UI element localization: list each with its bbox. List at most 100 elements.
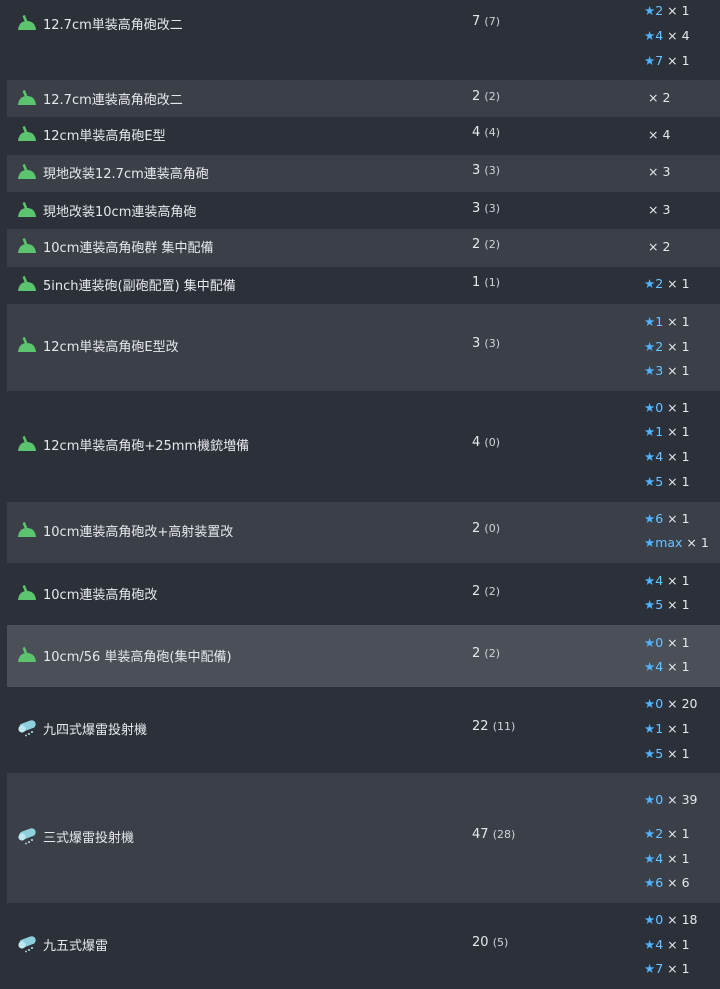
star-quantity: 2 [662,90,671,105]
star-level: 7 [655,961,664,976]
star-level-entry: ★max × 1 [644,535,709,550]
equipment-row[interactable]: 10cm/56 単装高角砲(集中配備) 2 (2) ★0 × 1 ★4 × 1 [7,625,720,687]
star-quantity: 1 [681,961,690,976]
star-icon: ★ [644,597,656,612]
star-level: 6 [655,511,664,526]
star-level: 1 [655,424,664,439]
gun-icon [16,14,38,32]
star-icon: ★ [644,511,656,526]
gun-icon [16,275,38,293]
equipment-count: 4 (0) [472,435,500,450]
unlocked-count: (1) [484,276,501,289]
star-level-entry: ★6 × 1 [644,511,690,526]
star-level-entry: ★5 × 1 [644,746,690,761]
star-quantity: 1 [681,937,690,952]
star-level-entry: ★3 × 1 [644,363,690,378]
star-level: 0 [655,696,664,711]
star-level-entry: ★4 × 1 [644,449,690,464]
star-icon: ★ [644,339,656,354]
star-quantity: 3 [662,164,671,179]
star-icon: ★ [644,28,656,43]
equipment-row[interactable]: 現地改装10cm連装高角砲 3 (3) × 3 [7,192,720,229]
multiply-sign: × [663,511,682,526]
star-level-entry: ★4 × 1 [644,659,690,674]
star-level-entry: ★5 × 1 [644,597,690,612]
star-icon: ★ [644,961,656,976]
multiply-sign: × [663,363,682,378]
gun-icon [16,584,38,602]
star-quantity: 3 [662,202,671,217]
equipment-row[interactable]: 九四式爆雷投射機 22 (11) ★0 × 20 ★1 × 1 ★5 × 1 [7,687,720,773]
star-icon: ★ [644,573,656,588]
multiply-sign: × [663,635,682,650]
unlocked-count: (3) [484,337,501,350]
star-quantity: 1 [681,53,690,68]
multiply-sign: × [663,276,682,291]
multiply-sign: × [663,792,682,807]
multiply-sign: × [648,90,663,105]
equipment-row[interactable]: 12cm単装高角砲+25mm機銃増備 4 (0) ★0 × 1 ★1 × 1 ★4 × … [7,391,720,502]
star-quantity: 39 [681,792,698,807]
equipment-row[interactable]: 10cm連装高角砲改 2 (2) ★4 × 1 ★5 × 1 [7,563,720,625]
unlocked-count: (5) [492,936,509,949]
equipment-count: 20 (5) [472,935,508,950]
equipment-name: 12cm単装高角砲E型改 [43,340,179,355]
total-count: 2 [472,584,481,599]
equipment-row[interactable]: 12.7cm連装高角砲改二 2 (2) × 2 [7,80,720,117]
multiply-sign: × [648,164,663,179]
equipment-count: 2 (2) [472,89,500,104]
gun-icon [16,646,38,664]
star-icon: ★ [644,696,656,711]
depth-charge-projector-icon [16,719,38,737]
unlocked-count: (4) [484,126,501,139]
equipment-count: 3 (3) [472,201,500,216]
unlocked-count: (7) [484,15,501,28]
gun-icon [16,125,38,143]
multiply-sign: × [663,912,682,927]
equipment-name: 12.7cm単装高角砲改二 [43,18,183,33]
unlocked-count: (0) [484,436,501,449]
star-level: 2 [655,276,664,291]
equipment-row[interactable]: 現地改装12.7cm連装高角砲 3 (3) × 3 [7,155,720,192]
equipment-row[interactable]: 12cm単装高角砲E型改 3 (3) ★1 × 1 ★2 × 1 ★3 × 1 [7,304,720,391]
equipment-count: 7 (7) [472,14,500,29]
gun-icon [16,163,38,181]
gun-icon [16,521,38,539]
star-level: max [655,535,683,550]
multiply-sign: × [663,721,682,736]
star-icon: ★ [644,912,656,927]
equipment-row[interactable]: 10cm連装高角砲改+高射装置改 2 (0) ★6 × 1 ★max × 1 [7,502,720,563]
equipment-row[interactable]: 12.7cm単装高角砲改二 7 (7) ★2 × 1 ★4 × 4 ★7 × 1 [7,0,720,80]
star-level-entry: ★6 × 6 [644,875,690,890]
star-level-entry: ★4 × 4 [644,28,690,43]
equipment-row[interactable]: 12cm単装高角砲E型 4 (4) × 4 [7,117,720,155]
star-quantity: 1 [681,449,690,464]
star-icon: ★ [644,424,656,439]
star-level-entry: ★4 × 1 [644,937,690,952]
star-level: 5 [655,597,664,612]
total-count: 3 [472,336,481,351]
star-level-entry: × 4 [648,127,670,142]
star-icon: ★ [644,659,656,674]
multiply-sign: × [648,202,663,217]
equipment-name: 10cm連装高角砲改+高射装置改 [43,525,234,540]
multiply-sign: × [663,339,682,354]
equipment-row[interactable]: 九五式爆雷 20 (5) ★0 × 18 ★4 × 1 ★7 × 1 [7,903,720,989]
unlocked-count: (0) [484,522,501,535]
multiply-sign: × [663,400,682,415]
star-level: 5 [655,746,664,761]
equipment-row[interactable]: 10cm連装高角砲群 集中配備 2 (2) × 2 [7,229,720,267]
equipment-row[interactable]: 三式爆雷投射機 47 (28) ★0 × 39 ★2 × 1 ★4 × 1 ★6 × 6 [7,773,720,903]
depth-charge-projector-icon [16,827,38,845]
star-quantity: 1 [681,659,690,674]
star-level: 4 [655,659,664,674]
equipment-count: 47 (28) [472,827,515,842]
equipment-name: 10cm連装高角砲改 [43,588,158,603]
multiply-sign: × [663,937,682,952]
multiply-sign: × [663,3,682,18]
gun-icon [16,237,38,255]
gun-icon [16,435,38,453]
equipment-row[interactable]: 5inch連装砲(副砲配置) 集中配備 1 (1) ★2 × 1 [7,267,720,304]
star-quantity: 1 [681,474,690,489]
multiply-sign: × [663,424,682,439]
